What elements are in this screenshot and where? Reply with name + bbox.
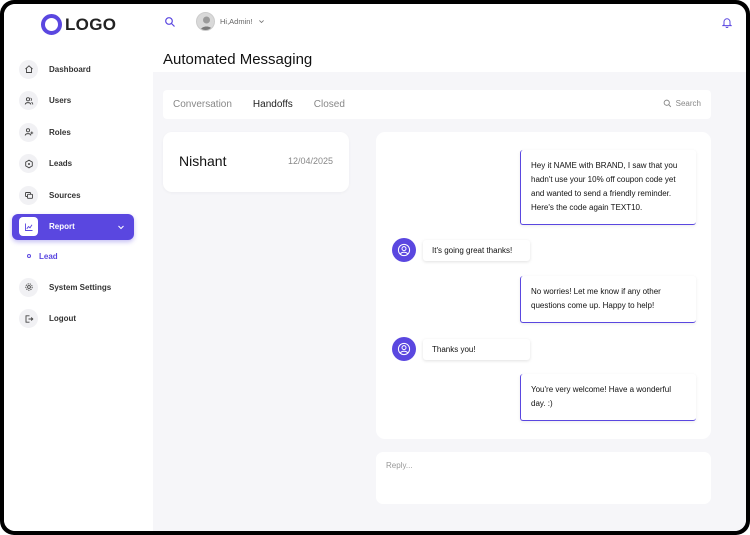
user-menu[interactable]: Hi,Admin!	[196, 12, 265, 31]
page-title: Automated Messaging	[163, 51, 313, 68]
bullet-icon	[27, 254, 31, 258]
sidebar-item-label: Report	[49, 222, 75, 231]
sidebar-item-dashboard[interactable]: Dashboard	[12, 56, 134, 82]
user-greeting: Hi,Admin!	[220, 17, 253, 26]
user-plus-icon	[19, 122, 38, 142]
sidebar-item-label: Logout	[49, 314, 77, 323]
message-outgoing: Hey it NAME with BRAND, I saw that you h…	[520, 150, 696, 225]
user-avatar-icon	[392, 238, 416, 262]
tab-bar: Conversation Handoffs Closed Search	[163, 90, 711, 119]
main-content: Conversation Handoffs Closed Search Nish…	[153, 72, 746, 531]
sidebar-item-logout[interactable]: Logout	[12, 306, 134, 332]
sidebar-item-label: Sources	[49, 190, 81, 200]
sidebar-subitem-label: Lead	[39, 251, 58, 261]
reply-input[interactable]	[376, 452, 711, 504]
sidebar-subitem-lead[interactable]: Lead	[12, 245, 134, 267]
top-bar: Hi,Admin!	[150, 4, 746, 44]
sidebar-item-label: System Settings	[49, 282, 112, 292]
app-screen: LOGO Dashboard Users Roles Leads Sources…	[4, 4, 746, 531]
chat-panel: Hey it NAME with BRAND, I saw that you h…	[376, 132, 711, 439]
sidebar-item-label: Roles	[49, 127, 71, 137]
logout-icon	[19, 309, 38, 328]
conversation-date: 12/04/2025	[287, 156, 333, 166]
message-outgoing: No worries! Let me know if any other que…	[520, 276, 696, 323]
chevron-down-icon	[118, 225, 124, 229]
home-icon	[19, 59, 38, 79]
gear-icon	[19, 277, 38, 297]
search-icon	[663, 99, 671, 108]
message-incoming-text: Thanks you!	[423, 338, 530, 360]
report-icon	[19, 217, 38, 236]
tab-handoffs[interactable]: Handoffs	[253, 99, 293, 110]
logo-ring-icon	[41, 14, 62, 35]
sidebar-item-users[interactable]: Users	[12, 88, 134, 114]
sidebar-item-sources[interactable]: Sources	[12, 182, 134, 208]
conversation-card[interactable]: Nishant 12/04/2025	[163, 132, 349, 192]
user-avatar-icon	[392, 337, 416, 361]
device-frame: LOGO Dashboard Users Roles Leads Sources…	[0, 0, 750, 535]
tab-search[interactable]: Search	[663, 99, 701, 108]
sidebar-item-label: Dashboard	[49, 64, 91, 74]
sidebar: LOGO Dashboard Users Roles Leads Sources…	[4, 4, 150, 531]
message-incoming: Thanks you!	[392, 337, 530, 361]
message-incoming-text: It's going great thanks!	[423, 239, 530, 261]
message-outgoing: You're very welcome! Have a wonderful da…	[520, 374, 696, 421]
users-icon	[19, 91, 38, 110]
sidebar-item-system-settings[interactable]: System Settings	[12, 274, 134, 300]
sidebar-item-leads[interactable]: Leads	[12, 151, 134, 177]
tab-closed[interactable]: Closed	[314, 99, 345, 110]
chevron-down-icon	[258, 20, 264, 24]
message-incoming: It's going great thanks!	[392, 238, 530, 262]
conversation-name: Nishant	[179, 153, 227, 169]
leads-icon	[19, 154, 38, 173]
sidebar-item-roles[interactable]: Roles	[12, 119, 134, 145]
sidebar-item-label: Users	[49, 96, 72, 105]
sidebar-item-report[interactable]: Report	[12, 213, 134, 240]
avatar	[196, 12, 215, 31]
sidebar-nav: Dashboard Users Roles Leads Sources Repo…	[12, 56, 134, 337]
sources-icon	[19, 185, 38, 205]
tab-conversation[interactable]: Conversation	[173, 99, 232, 110]
logo-text: LOGO	[65, 14, 117, 34]
logo[interactable]: LOGO	[41, 14, 116, 35]
search-icon[interactable]	[164, 16, 176, 28]
user-avatar-icon	[200, 16, 213, 30]
bell-icon[interactable]	[722, 17, 732, 28]
search-label: Search	[675, 99, 701, 108]
sidebar-item-label: Leads	[49, 159, 73, 168]
